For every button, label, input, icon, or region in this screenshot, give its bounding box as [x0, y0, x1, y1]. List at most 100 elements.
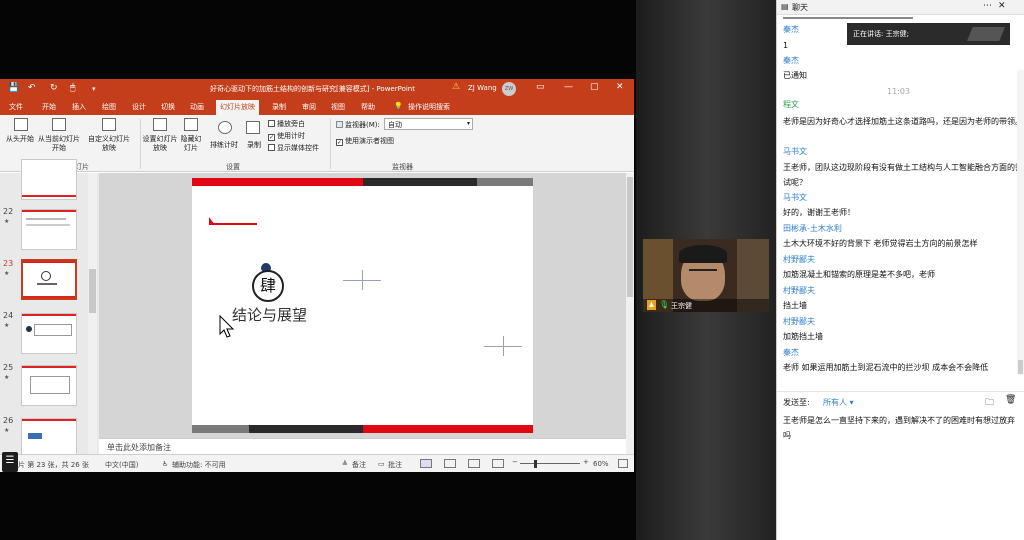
zoom-out-icon[interactable]: −: [512, 458, 518, 466]
scroll-thumb[interactable]: [627, 177, 633, 297]
tab-help[interactable]: 帮助: [361, 102, 375, 112]
undo-icon[interactable]: ↶: [28, 83, 36, 93]
zoom-level[interactable]: 60%: [593, 460, 609, 468]
tab-insert[interactable]: 插入: [72, 102, 86, 112]
normal-view-icon[interactable]: [420, 459, 432, 468]
slide-thumbnail[interactable]: [21, 159, 77, 200]
comments-button[interactable]: 批注: [388, 460, 402, 470]
tab-home[interactable]: 开始: [42, 102, 56, 112]
timing-checkbox[interactable]: ✓ 使用计时: [268, 131, 305, 141]
zoom-in-icon[interactable]: +: [583, 458, 589, 466]
video-tile[interactable]: ♟ 🎙 王宗健: [643, 239, 769, 312]
zoom-slider[interactable]: [520, 463, 580, 464]
tab-design[interactable]: 设计: [132, 102, 146, 112]
account-name[interactable]: ZJ Wang: [468, 84, 497, 92]
monitor-select[interactable]: 自动 ▾: [384, 118, 473, 130]
warning-icon[interactable]: ⚠: [452, 82, 460, 92]
hide-slide-button[interactable]: 隐藏幻灯片: [178, 135, 204, 153]
menu-icon[interactable]: ☰: [2, 452, 18, 472]
tab-draw[interactable]: 绘图: [102, 102, 116, 112]
hide-slide-icon: [184, 118, 198, 131]
tab-transitions[interactable]: 切换: [161, 102, 175, 112]
close-button[interactable]: ✕: [616, 82, 624, 92]
setup-show-button[interactable]: 设置幻灯片放映: [142, 135, 178, 153]
message-body: 加筋挡土墙: [783, 332, 823, 341]
record-button[interactable]: 录制: [243, 141, 265, 150]
slideshow-view-icon[interactable]: [492, 459, 504, 468]
slide-thumbnail[interactable]: [21, 418, 77, 459]
thumb-line: [26, 224, 70, 226]
reading-view-icon[interactable]: [468, 459, 480, 468]
tab-view[interactable]: 视图: [331, 102, 345, 112]
sorter-view-icon[interactable]: [444, 459, 456, 468]
accessibility-status[interactable]: 辅助功能: 不可用: [172, 460, 226, 470]
thumb-line: [37, 283, 57, 285]
slide-bar-gray: [477, 178, 533, 186]
language-indicator[interactable]: 中文(中国): [105, 460, 138, 470]
tab-animations[interactable]: 动画: [190, 102, 204, 112]
redo-icon[interactable]: ↻: [50, 83, 58, 93]
thumb-bar: [22, 366, 76, 368]
speaker-hair: [679, 245, 727, 263]
message-body: 加筋混凝土和锚索的原理是差不多吧，老师: [783, 270, 935, 279]
close-icon[interactable]: ✕: [998, 1, 1006, 11]
message-sender: 田彬承-土木水利: [783, 224, 842, 233]
rehearse-button[interactable]: 排练计时: [207, 141, 241, 150]
chapter-badge: 肆: [252, 270, 284, 302]
slide-thumbnail-selected[interactable]: [21, 259, 77, 300]
scroll-thumb[interactable]: [89, 269, 96, 313]
notes-pane[interactable]: 单击此处添加备注: [99, 438, 626, 454]
tell-me-search[interactable]: 操作说明搜索: [408, 102, 450, 112]
custom-show-icon: [102, 118, 116, 131]
ribbon: 从头开始 从当前幻灯片开始 自定义幻灯片放映 开始放映幻灯片 设置幻灯片放映 隐…: [0, 115, 634, 172]
from-start-button[interactable]: 从头开始: [3, 135, 37, 144]
custom-show-button[interactable]: 自定义幻灯片放映: [86, 135, 132, 153]
recipient-select[interactable]: 所有人 ▾: [823, 397, 854, 408]
participant-name: 王宗健: [671, 302, 692, 310]
fit-slide-icon[interactable]: [618, 459, 628, 468]
tab-record[interactable]: 录制: [272, 102, 286, 112]
slide-bar-gray: [192, 425, 249, 433]
current-slide[interactable]: 肆 结论与展望: [192, 178, 533, 433]
zoom-handle[interactable]: [534, 460, 537, 468]
powerpoint-window: 💾 ↶ ↻ 🖱 ▾ 好奇心驱动下的加筋土结构的创新与研究[兼容模式] - Pow…: [0, 79, 634, 472]
host-icon: ♟: [647, 300, 656, 310]
narration-checkbox[interactable]: 播放旁白: [268, 119, 305, 129]
media-controls-checkbox[interactable]: 显示媒体控件: [268, 143, 319, 153]
comments-icon: ▭: [378, 460, 385, 468]
thumbnail-scrollbar[interactable]: [88, 173, 97, 454]
slide-thumbnail[interactable]: [21, 209, 77, 250]
thumb-bar: [22, 419, 76, 421]
message-body: 老师是因为好奇心才选择加筋土这条道路吗，还是因为老师的带领。: [783, 117, 1023, 126]
slide-bar-dark: [249, 425, 363, 433]
maximize-button[interactable]: ▢: [590, 82, 599, 92]
timing-label: 使用计时: [277, 132, 305, 140]
save-icon[interactable]: 💾: [8, 83, 19, 93]
touch-mode-icon[interactable]: 🖱: [70, 83, 75, 93]
tab-file[interactable]: 文件: [9, 102, 23, 112]
slide-scrollbar[interactable]: [626, 173, 634, 454]
presenter-view-checkbox[interactable]: ✓ 使用演示者视图: [336, 136, 394, 146]
message-sender: 秦杰: [783, 56, 799, 65]
file-icon[interactable]: 🗀: [985, 395, 994, 411]
scroll-thumb[interactable]: [1018, 360, 1023, 374]
message-body: 已通知: [783, 71, 807, 80]
delete-icon[interactable]: 🗑: [1005, 395, 1016, 405]
tab-review[interactable]: 审阅: [302, 102, 316, 112]
divider: [330, 119, 331, 169]
ribbon-display-icon[interactable]: ▭: [536, 82, 545, 92]
slide-thumbnail[interactable]: [21, 365, 77, 406]
customize-qat-icon[interactable]: ▾: [92, 85, 96, 93]
more-icon[interactable]: ⋯: [983, 1, 992, 11]
avatar[interactable]: ZW: [502, 82, 516, 96]
notes-button[interactable]: 备注: [352, 460, 366, 470]
minimize-button[interactable]: —: [564, 82, 573, 92]
notes-icon: ≜: [342, 460, 348, 468]
message-sender: 马书文: [783, 147, 807, 156]
group-monitor-label: 监视器: [392, 163, 413, 171]
chat-scrollbar[interactable]: [1017, 70, 1024, 375]
message-input[interactable]: 王老师是怎么一直坚持下来的，遇到解决不了的困难时有想过放弃吗: [783, 413, 1019, 443]
from-current-button[interactable]: 从当前幻灯片开始: [37, 135, 81, 153]
slide-thumbnail[interactable]: [21, 313, 77, 354]
tab-slideshow[interactable]: 幻灯片放映: [216, 100, 259, 115]
